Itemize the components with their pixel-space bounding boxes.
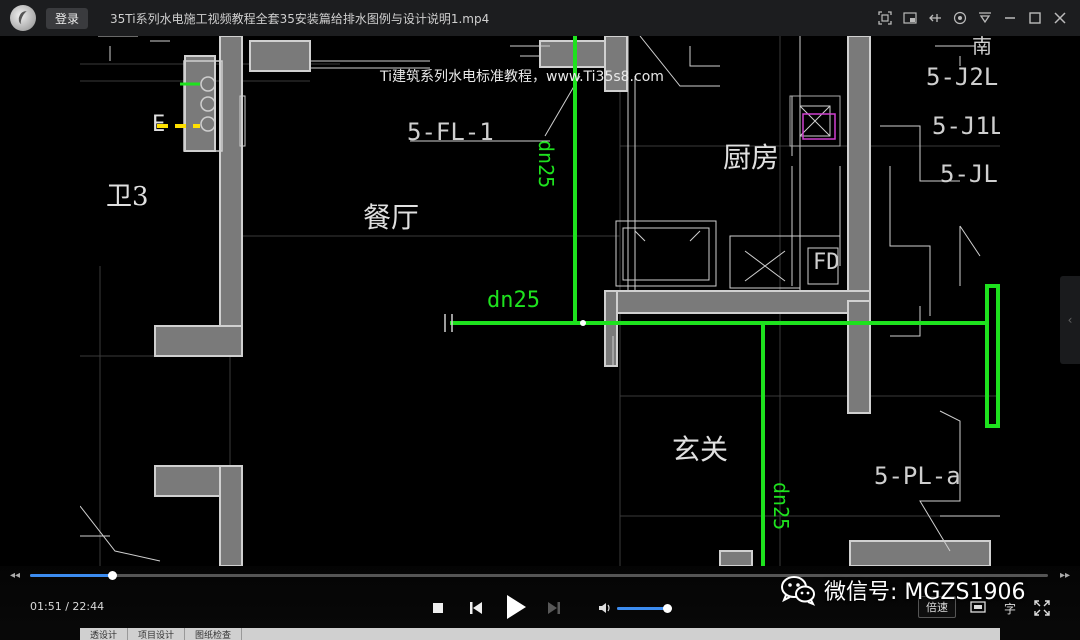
previous-button[interactable]	[468, 600, 484, 616]
minimize-icon[interactable]	[997, 0, 1022, 36]
pip-icon[interactable]	[897, 0, 922, 36]
seek-bar-progress	[30, 574, 113, 577]
next-button[interactable]	[546, 600, 562, 616]
previous-icon	[470, 602, 482, 614]
label-fd: FD	[813, 250, 840, 275]
video-frame-cad-drawing[interactable]: Ti建筑系列水电标准教程，www.Ti35s8.com 5-FL-1 5-J2L…	[80, 36, 1000, 566]
bottom-tab-3[interactable]: 图纸检查	[185, 628, 243, 640]
label-5-jl: 5-JL-	[940, 160, 1000, 188]
volume-button[interactable]	[598, 601, 612, 615]
seek-back-icon[interactable]: ◂◂	[8, 566, 22, 584]
volume-level	[617, 607, 667, 610]
label-5-j2l: 5-J2L-	[926, 63, 1000, 91]
letterbox-left	[0, 36, 80, 640]
label-5-j1l: 5-J1L-	[932, 112, 1000, 140]
room-label-foyer: 玄关	[672, 433, 729, 466]
bottom-tab-1[interactable]: 透设计	[80, 628, 129, 640]
fullscreen-button[interactable]	[1034, 600, 1050, 616]
wechat-watermark: 微信号: MGZS1906	[780, 574, 1025, 606]
volume-slider[interactable]	[617, 604, 672, 613]
next-icon	[548, 602, 560, 614]
side-panel-toggle[interactable]: ‹	[1060, 276, 1080, 364]
room-label-kitchen: 厨房	[723, 141, 780, 174]
screenshot-icon[interactable]	[872, 0, 897, 36]
speaker-icon	[599, 603, 610, 613]
close-icon[interactable]	[1047, 0, 1072, 36]
cad-plan	[80, 36, 1000, 566]
label-5-pl-a: 5-PL-a	[874, 462, 961, 490]
time-display: 01:51 / 22:44	[30, 600, 105, 613]
stop-icon	[433, 603, 443, 613]
seek-bar-handle[interactable]	[108, 571, 118, 580]
skin-icon[interactable]	[947, 0, 972, 36]
bottom-tab-2[interactable]: 项目设计	[128, 628, 186, 640]
login-button[interactable]: 登录	[46, 7, 88, 29]
label-dn25-vertical-top: dn25	[534, 140, 558, 189]
room-label-dining: 餐厅	[363, 201, 420, 234]
fullscreen-icon	[1034, 600, 1050, 616]
play-icon	[507, 595, 526, 619]
bottom-toolbar-strip: 透设计 项目设计 图纸检查	[80, 628, 1000, 640]
pin-icon[interactable]	[922, 0, 947, 36]
wechat-icon	[781, 576, 816, 606]
label-top-right: 南	[972, 36, 992, 58]
title-bar: 登录 35Ti系列水电施工视频教程全套35安装篇给排水图例与设计说明1.mp4	[0, 0, 1080, 36]
menu-icon[interactable]	[972, 0, 997, 36]
stop-button[interactable]	[430, 600, 446, 616]
maximize-icon[interactable]	[1022, 0, 1047, 36]
room-label-bath: 卫3	[106, 182, 149, 212]
chevron-left-icon: ‹	[1067, 313, 1073, 327]
label-5-fl-1: 5-FL-1	[407, 118, 494, 146]
file-title: 35Ti系列水电施工视频教程全套35安装篇给排水图例与设计说明1.mp4	[110, 11, 490, 26]
play-button[interactable]	[502, 593, 530, 621]
wechat-id-text: 微信号: MGZS1906	[824, 580, 1026, 605]
window-controls	[872, 0, 1072, 36]
label-e: E	[152, 112, 166, 137]
seek-forward-icon[interactable]: ▸▸	[1058, 566, 1072, 584]
label-dn25-horizontal: dn25	[487, 288, 540, 313]
drawing-watermark: Ti建筑系列水电标准教程，www.Ti35s8.com	[380, 69, 664, 85]
label-dn25-vertical-bottom: dn25	[769, 482, 793, 531]
app-logo-icon	[10, 5, 36, 31]
volume-handle[interactable]	[662, 604, 672, 613]
